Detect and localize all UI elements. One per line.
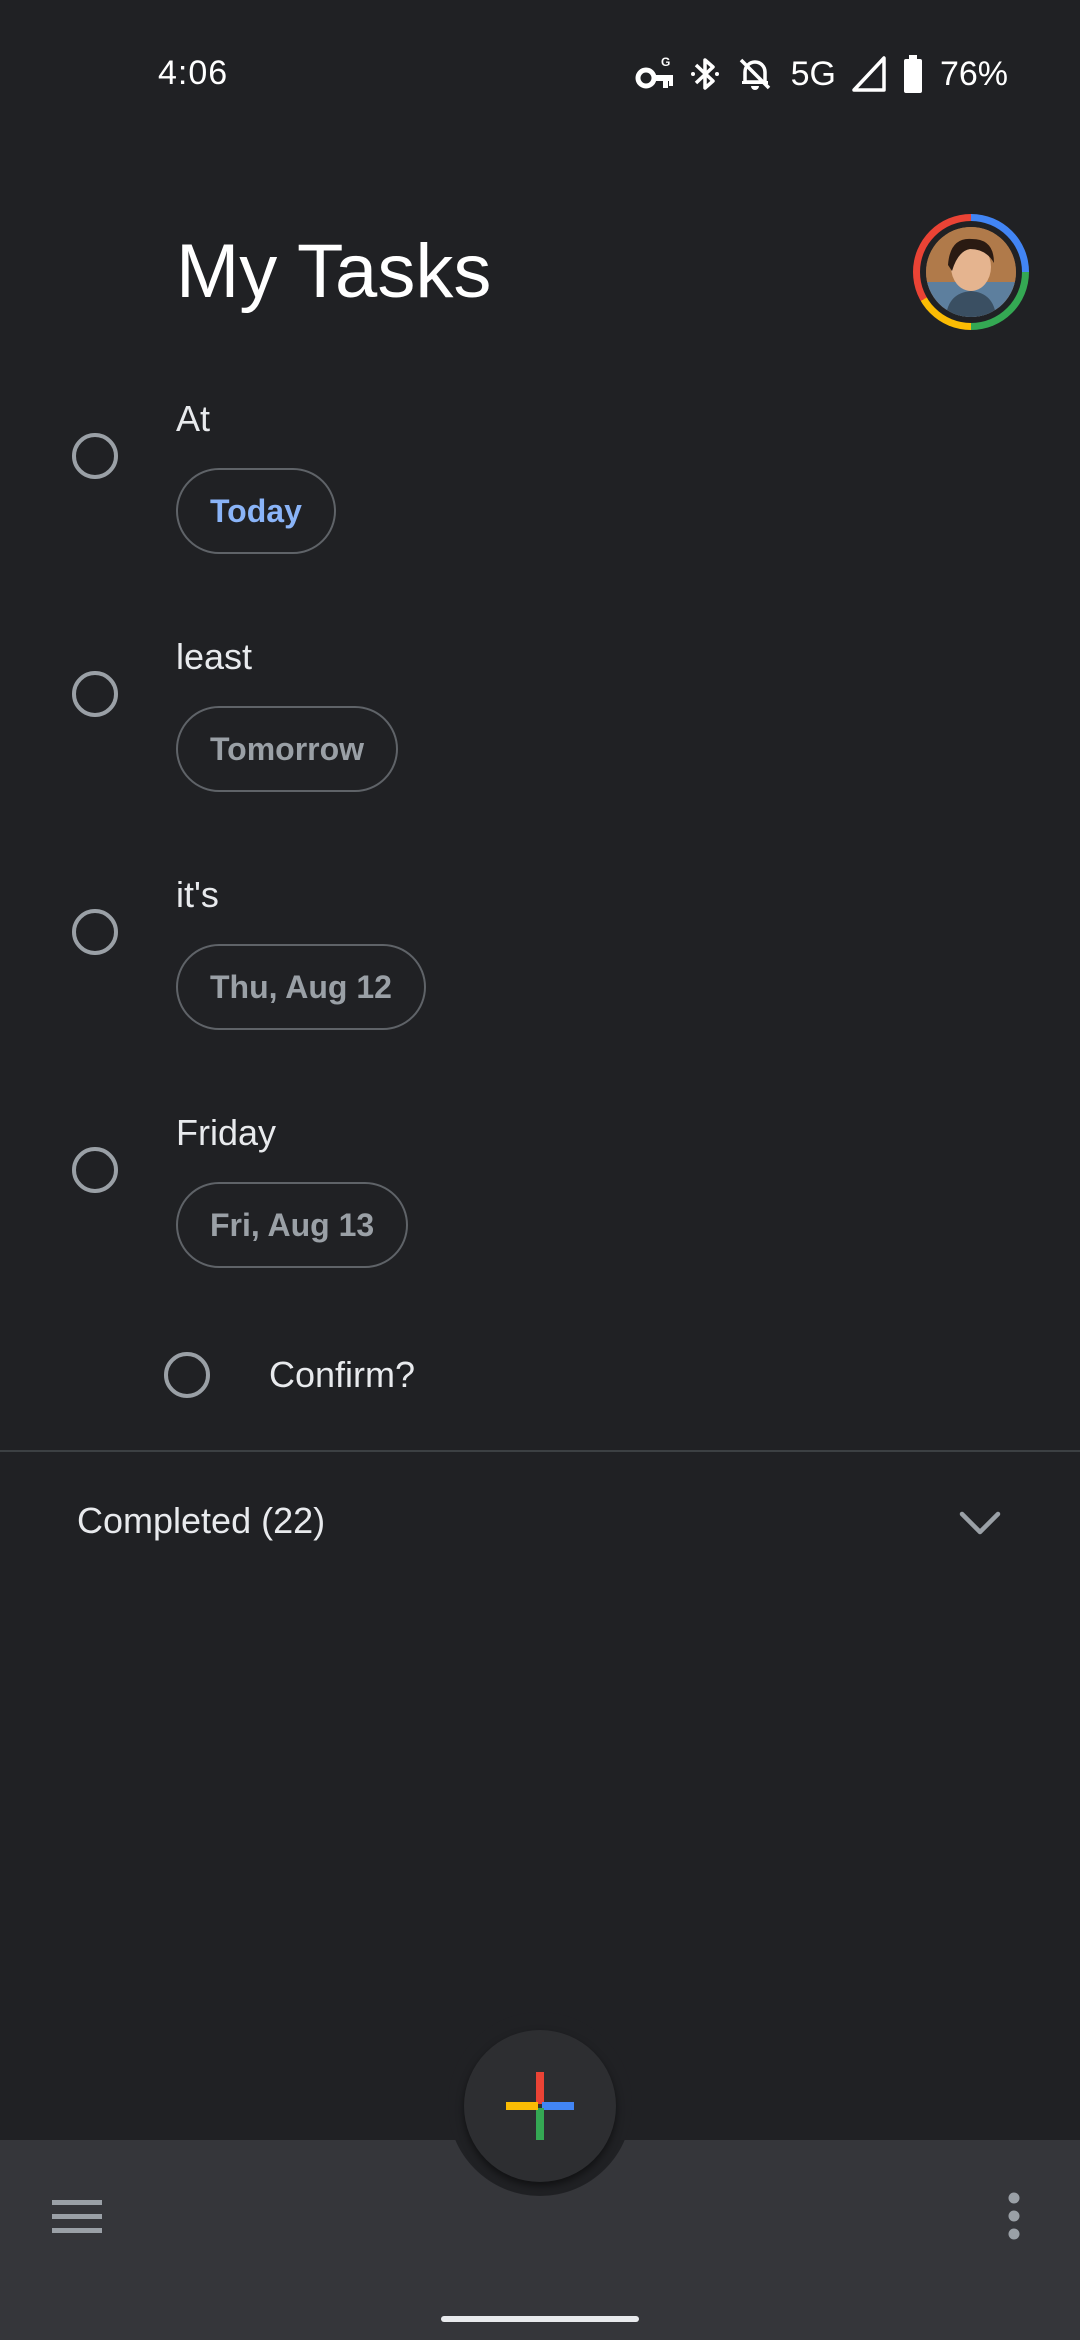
- account-avatar[interactable]: [913, 214, 1029, 330]
- signal-icon: [852, 56, 886, 92]
- svg-text:G: G: [661, 55, 670, 69]
- more-vert-icon: [1000, 2192, 1028, 2250]
- completed-section-toggle[interactable]: Completed (22): [0, 1452, 1080, 1592]
- task-checkbox[interactable]: [72, 433, 118, 479]
- add-task-button[interactable]: [464, 2030, 616, 2182]
- task-checkbox[interactable]: [72, 671, 118, 717]
- status-icons: G 5G 76%: [635, 52, 1008, 96]
- chevron-down-icon: [958, 1508, 1002, 1543]
- task-checkbox[interactable]: [72, 1147, 118, 1193]
- task-title: Friday: [176, 1112, 277, 1153]
- task-checkbox[interactable]: [72, 909, 118, 955]
- task-title: At: [176, 398, 211, 439]
- task-date-chip[interactable]: Tomorrow: [176, 706, 399, 792]
- menu-button[interactable]: [50, 2196, 104, 2238]
- vpn-key-icon: G: [635, 54, 675, 94]
- subtask-title: Confirm?: [269, 1354, 416, 1395]
- task-title: it's: [176, 874, 219, 915]
- tasks-screen: 4:06 G 5G 76% My Tasks At Today least To…: [0, 0, 1080, 2340]
- subtask-checkbox[interactable]: [164, 1352, 210, 1398]
- status-bar: 4:06 G 5G 76%: [0, 0, 1080, 150]
- more-options-button[interactable]: [1000, 2190, 1028, 2246]
- status-time: 4:06: [158, 54, 229, 92]
- completed-label: Completed (22): [77, 1500, 326, 1541]
- home-indicator[interactable]: [441, 2316, 639, 2322]
- avatar-photo: [926, 227, 1016, 317]
- battery-level: 76%: [939, 54, 1008, 93]
- task-date-chip[interactable]: Fri, Aug 13: [176, 1182, 409, 1268]
- network-type: 5G: [790, 54, 836, 93]
- battery-icon: [902, 54, 924, 94]
- bluetooth-icon: [690, 54, 719, 94]
- menu-icon: [50, 2200, 104, 2242]
- task-date-chip[interactable]: Today: [176, 468, 336, 554]
- notifications-off-icon: [735, 54, 775, 94]
- page-title: My Tasks: [176, 229, 492, 314]
- task-date-chip[interactable]: Thu, Aug 12: [176, 944, 426, 1030]
- task-title: least: [176, 636, 253, 677]
